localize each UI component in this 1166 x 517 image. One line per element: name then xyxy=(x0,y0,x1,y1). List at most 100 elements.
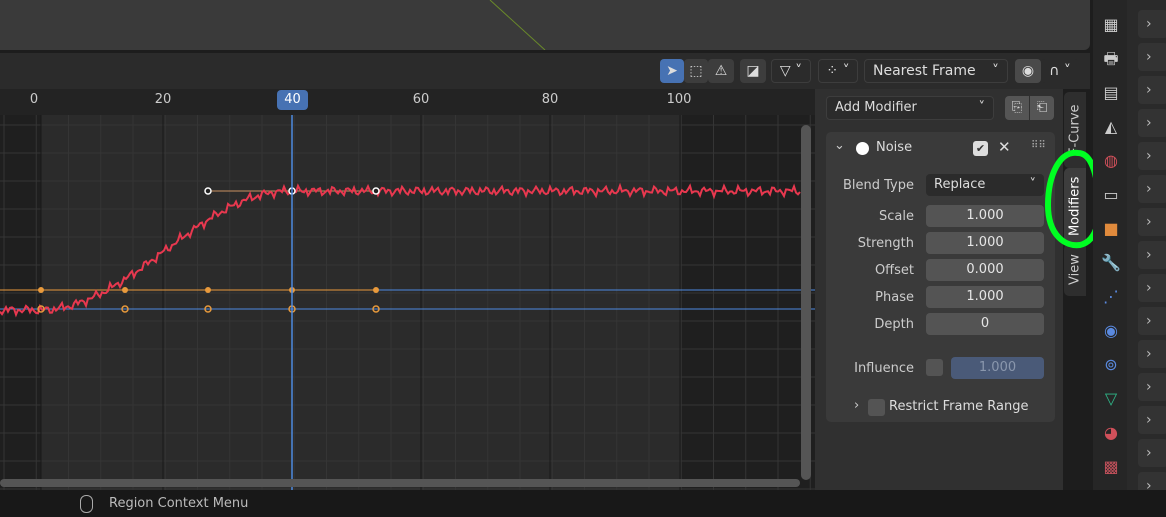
scale-label: Scale xyxy=(879,209,914,224)
output-icon[interactable]: 🖶 xyxy=(1101,49,1121,69)
property-row-expand[interactable]: › xyxy=(1138,406,1166,434)
keyframe-point-selected xyxy=(204,187,212,195)
normalize-button[interactable]: ◪ xyxy=(740,59,766,83)
frame-ruler[interactable] xyxy=(0,89,815,115)
pivot-dropdown[interactable]: ⁘ ˅ xyxy=(818,59,858,83)
modifier-circle-icon xyxy=(856,142,869,155)
box-select-button[interactable]: ⬚ xyxy=(684,59,708,83)
property-row-expand[interactable]: › xyxy=(1138,373,1166,401)
offset-field[interactable]: 0.000 xyxy=(926,259,1044,281)
influence-field[interactable]: 1.000 xyxy=(951,357,1044,379)
add-modifier-dropdown[interactable]: Add Modifier ˅ xyxy=(826,96,994,120)
out-of-range-region xyxy=(680,115,815,490)
delete-modifier-icon[interactable]: ✕ xyxy=(998,138,1011,156)
filter-dropdown[interactable]: ▽ ˅ xyxy=(771,59,811,83)
proportional-icon: ◉ xyxy=(1021,63,1035,79)
data-mesh-icon[interactable]: ▽ xyxy=(1101,389,1121,409)
horizontal-scrollbar[interactable] xyxy=(0,479,800,487)
mouse-right-icon xyxy=(80,495,93,513)
graph-area[interactable] xyxy=(0,115,815,490)
particles-icon[interactable]: ⋰ xyxy=(1101,287,1121,307)
3d-viewport-region[interactable] xyxy=(0,0,1090,51)
normalize-icon: ◪ xyxy=(746,63,760,79)
add-modifier-label: Add Modifier xyxy=(835,100,917,115)
view-layer-icon[interactable]: ▤ xyxy=(1101,83,1121,103)
current-frame-indicator[interactable]: 40 xyxy=(277,90,308,110)
chevron-down-icon: ˅ xyxy=(992,63,999,79)
strength-label: Strength xyxy=(857,236,914,251)
influence-checkbox[interactable] xyxy=(926,359,943,376)
cursor-icon: ➤ xyxy=(666,63,678,79)
blend-type-dropdown[interactable]: Replace ˅ xyxy=(926,174,1044,196)
falloff-dropdown[interactable]: ∩ ˅ xyxy=(1041,59,1079,83)
frame-tick-label: 60 xyxy=(412,92,430,107)
falloff-curve-icon: ∩ ˅ xyxy=(1049,63,1071,79)
viewport-grid-line xyxy=(489,0,546,51)
property-row-expand[interactable]: › xyxy=(1138,175,1166,203)
keyframe-point xyxy=(205,287,211,293)
phase-field[interactable]: 1.000 xyxy=(926,286,1044,308)
property-row-expand[interactable]: › xyxy=(1138,307,1166,335)
modifier-wrench-icon[interactable]: 🔧 xyxy=(1101,253,1121,273)
phase-label: Phase xyxy=(875,290,914,305)
property-row-expand[interactable]: › xyxy=(1138,241,1166,269)
copy-icon: ⎘ xyxy=(1011,100,1023,115)
paste-icon: ⎗ xyxy=(1036,100,1048,115)
property-row-expand[interactable]: › xyxy=(1138,109,1166,137)
strength-field[interactable]: 1.000 xyxy=(926,232,1044,254)
modifier-name: Noise xyxy=(876,140,913,155)
keyframe-point xyxy=(373,287,379,293)
property-row-expand[interactable]: › xyxy=(1138,340,1166,368)
chevron-down-icon: ˅ xyxy=(978,100,986,115)
properties-tab-bar xyxy=(1093,0,1127,490)
texture-icon[interactable]: ▩ xyxy=(1101,457,1121,477)
property-row-expand[interactable]: › xyxy=(1138,439,1166,467)
status-text: Region Context Menu xyxy=(109,496,249,511)
keyframe-point xyxy=(38,287,44,293)
render-icon[interactable]: ▦ xyxy=(1101,15,1121,35)
modifier-enabled-checkbox[interactable]: ✔ xyxy=(973,141,988,156)
warning-icon: ⚠ xyxy=(714,63,728,79)
keyframe-point-selected xyxy=(372,187,380,195)
restrict-frame-range-checkbox[interactable] xyxy=(868,399,885,416)
filter-icon: ▽ ˅ xyxy=(779,63,803,79)
frame-tick-label: 0 xyxy=(29,92,39,107)
property-row-expand[interactable]: › xyxy=(1138,274,1166,302)
snap-mode-dropdown[interactable]: Nearest Frame ˅ xyxy=(864,59,1008,83)
influence-label: Influence xyxy=(854,361,914,376)
collection-icon[interactable]: ▭ xyxy=(1101,185,1121,205)
property-row-expand[interactable]: › xyxy=(1138,76,1166,104)
property-row-expand[interactable]: › xyxy=(1138,208,1166,236)
scale-field[interactable]: 1.000 xyxy=(926,205,1044,227)
world-icon[interactable]: ◍ xyxy=(1101,151,1121,171)
depth-field[interactable]: 0 xyxy=(926,313,1044,335)
frame-tick-label: 80 xyxy=(541,92,559,107)
restrict-frame-range-label: Restrict Frame Range xyxy=(889,399,1029,414)
property-row-expand[interactable]: › xyxy=(1138,10,1166,38)
collapse-chevron-icon[interactable]: ⌄ xyxy=(834,138,845,153)
frame-tick-label: 100 xyxy=(666,92,692,107)
select-tool-button[interactable]: ➤ xyxy=(660,59,684,83)
keyframe-point xyxy=(122,287,128,293)
expand-chevron-icon[interactable]: › xyxy=(854,398,859,413)
proportional-edit-button[interactable]: ◉ xyxy=(1015,59,1041,83)
blend-type-value: Replace xyxy=(934,177,986,192)
warning-filter-button[interactable]: ⚠ xyxy=(708,59,734,83)
physics-icon[interactable]: ◉ xyxy=(1101,321,1121,341)
property-row-expand[interactable]: › xyxy=(1138,142,1166,170)
constraints-icon[interactable]: ⊚ xyxy=(1101,355,1121,375)
paste-modifiers-button[interactable]: ⎗ xyxy=(1030,96,1054,120)
property-row-expand[interactable]: › xyxy=(1138,43,1166,71)
box-select-icon: ⬚ xyxy=(689,63,703,79)
frame-tick-label: 20 xyxy=(154,92,172,107)
snap-mode-label: Nearest Frame xyxy=(873,63,976,79)
material-icon[interactable]: ◕ xyxy=(1101,423,1121,443)
scene-icon[interactable]: ◭ xyxy=(1101,117,1121,137)
copy-modifiers-button[interactable]: ⎘ xyxy=(1005,96,1029,120)
object-icon[interactable]: ■ xyxy=(1101,219,1121,239)
depth-label: Depth xyxy=(874,317,914,332)
chevron-down-icon: ˅ xyxy=(1029,177,1037,192)
out-of-range-region xyxy=(0,115,41,490)
vertical-scrollbar[interactable] xyxy=(801,125,811,480)
blend-type-label: Blend Type xyxy=(842,178,914,193)
